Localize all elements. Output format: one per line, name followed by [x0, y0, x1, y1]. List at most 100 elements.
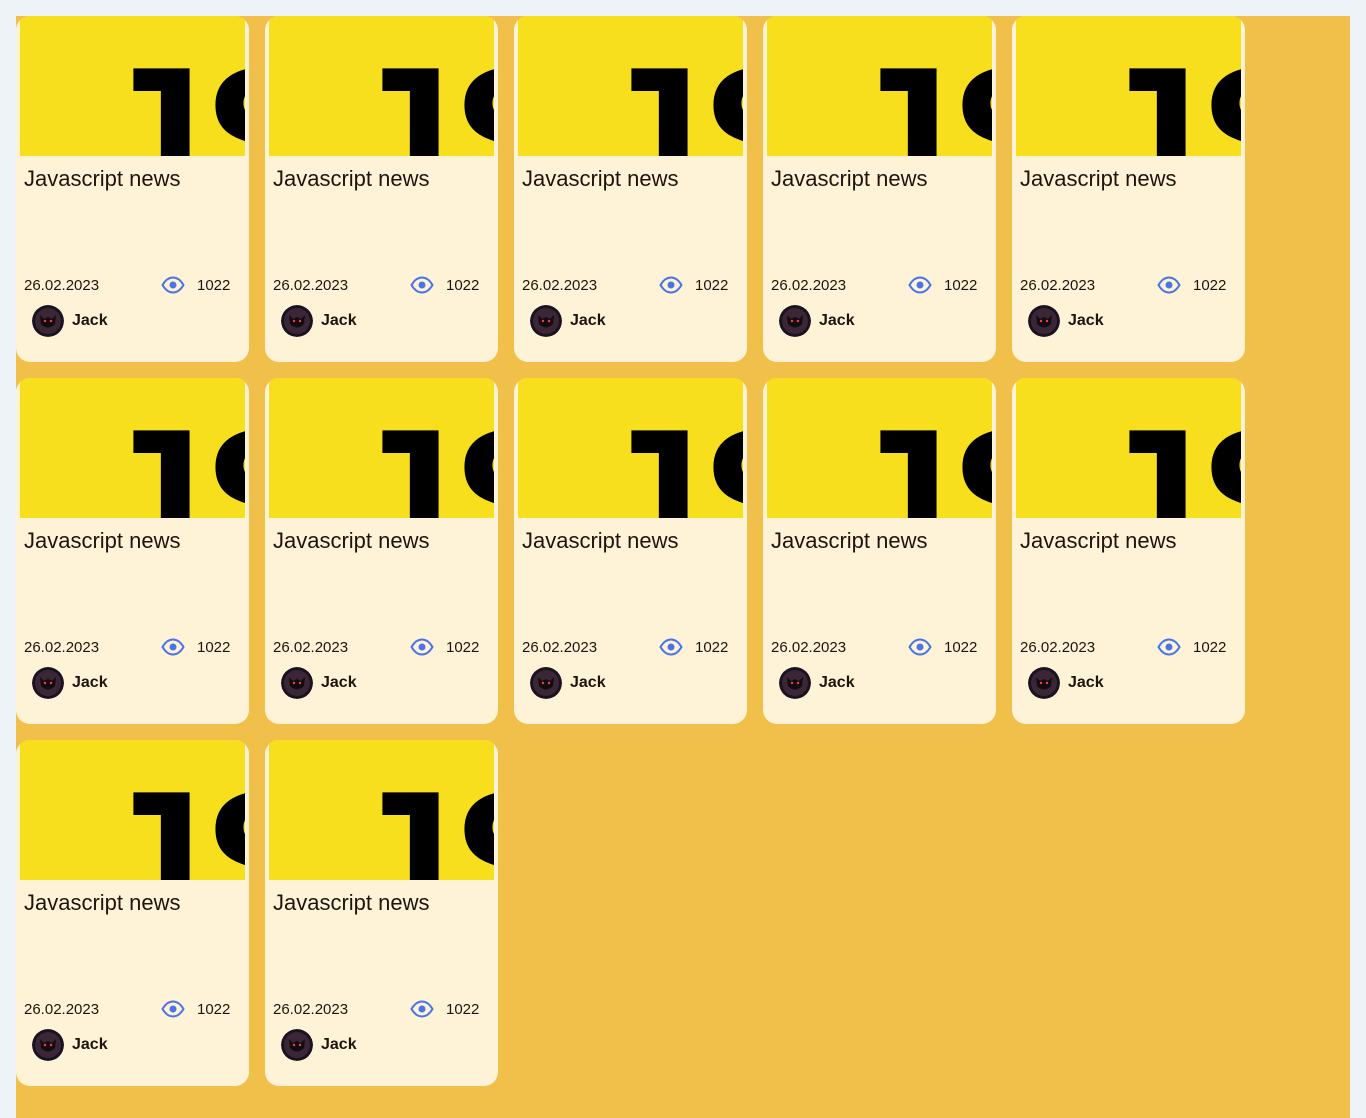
views-counter: 1022 — [908, 637, 977, 657]
views-counter: 1022 — [161, 999, 230, 1019]
author-info[interactable]: Jack — [1028, 305, 1104, 337]
svg-text:JS: JS — [341, 388, 494, 518]
card-title: Javascript news — [24, 528, 181, 553]
author-avatar — [281, 305, 313, 337]
author-name[interactable]: Jack — [321, 674, 357, 692]
author-info[interactable]: Jack — [281, 1029, 357, 1061]
views-count: 1022 — [695, 638, 729, 656]
views-count: 1022 — [197, 276, 231, 294]
news-card[interactable]: JS Javascript news 26.02.2023 1022 — [763, 16, 996, 362]
card-title: Javascript news — [273, 528, 430, 553]
publish-date: 26.02.2023 — [771, 277, 847, 294]
eye-icon — [659, 637, 683, 657]
views-count: 1022 — [446, 638, 480, 656]
author-avatar — [32, 667, 64, 699]
js-thumbnail: JS — [767, 378, 992, 518]
author-avatar — [1028, 667, 1060, 699]
card-title: Javascript news — [1020, 166, 1177, 191]
views-counter: 1022 — [1157, 275, 1226, 295]
card-title: Javascript news — [273, 890, 430, 915]
author-info[interactable]: Jack — [530, 305, 606, 337]
author-avatar — [32, 1029, 64, 1061]
author-name[interactable]: Jack — [1068, 674, 1104, 692]
news-card[interactable]: JS Javascript news 26.02.2023 1022 — [1012, 378, 1245, 724]
author-info[interactable]: Jack — [281, 667, 357, 699]
author-info[interactable]: Jack — [779, 305, 855, 337]
news-board: JS Javascript news 26.02.2023 1022 — [16, 16, 1350, 1118]
card-title: Javascript news — [24, 166, 181, 191]
news-card[interactable]: JS Javascript news 26.02.2023 1022 — [16, 378, 249, 724]
js-thumbnail: JS — [269, 378, 494, 518]
views-count: 1022 — [695, 276, 729, 294]
views-count: 1022 — [197, 1000, 231, 1018]
eye-icon — [161, 275, 185, 295]
views-counter: 1022 — [410, 999, 479, 1019]
author-name[interactable]: Jack — [819, 312, 855, 330]
news-card[interactable]: JS Javascript news 26.02.2023 1022 — [514, 16, 747, 362]
views-count: 1022 — [944, 638, 978, 656]
author-name[interactable]: Jack — [72, 674, 108, 692]
card-title: Javascript news — [771, 528, 928, 553]
js-thumbnail: JS — [20, 16, 245, 156]
author-avatar — [1028, 305, 1060, 337]
js-thumbnail: JS — [1016, 378, 1241, 518]
eye-icon — [1157, 637, 1181, 657]
js-thumbnail: JS — [518, 378, 743, 518]
views-counter: 1022 — [410, 637, 479, 657]
views-count: 1022 — [446, 1000, 480, 1018]
eye-icon — [161, 999, 185, 1019]
news-card[interactable]: JS Javascript news 26.02.2023 1022 — [265, 740, 498, 1086]
author-name[interactable]: Jack — [570, 674, 606, 692]
card-title: Javascript news — [522, 166, 679, 191]
svg-text:JS: JS — [590, 26, 743, 156]
author-name[interactable]: Jack — [72, 1036, 108, 1054]
eye-icon — [161, 637, 185, 657]
svg-text:JS: JS — [92, 750, 245, 880]
author-avatar — [281, 1029, 313, 1061]
author-name[interactable]: Jack — [321, 1036, 357, 1054]
views-counter: 1022 — [161, 637, 230, 657]
publish-date: 26.02.2023 — [1020, 277, 1096, 294]
views-counter: 1022 — [161, 275, 230, 295]
svg-text:JS: JS — [92, 388, 245, 518]
card-title: Javascript news — [24, 890, 181, 915]
views-counter: 1022 — [908, 275, 977, 295]
views-counter: 1022 — [410, 275, 479, 295]
author-name[interactable]: Jack — [819, 674, 855, 692]
news-card[interactable]: JS Javascript news 26.02.2023 1022 — [1012, 16, 1245, 362]
author-info[interactable]: Jack — [281, 305, 357, 337]
author-info[interactable]: Jack — [1028, 667, 1104, 699]
views-counter: 1022 — [659, 275, 728, 295]
news-card[interactable]: JS Javascript news 26.02.2023 1022 — [16, 16, 249, 362]
views-count: 1022 — [197, 638, 231, 656]
author-name[interactable]: Jack — [321, 312, 357, 330]
news-card[interactable]: JS Javascript news 26.02.2023 1022 — [763, 378, 996, 724]
author-name[interactable]: Jack — [570, 312, 606, 330]
publish-date: 26.02.2023 — [24, 639, 100, 656]
eye-icon — [410, 637, 434, 657]
news-card[interactable]: JS Javascript news 26.02.2023 1022 — [16, 740, 249, 1086]
author-info[interactable]: Jack — [32, 667, 108, 699]
author-info[interactable]: Jack — [32, 305, 108, 337]
publish-date: 26.02.2023 — [522, 277, 598, 294]
news-card[interactable]: JS Javascript news 26.02.2023 1022 — [514, 378, 747, 724]
views-count: 1022 — [446, 276, 480, 294]
news-card[interactable]: JS Javascript news 26.02.2023 1022 — [265, 378, 498, 724]
author-info[interactable]: Jack — [779, 667, 855, 699]
svg-text:JS: JS — [1088, 388, 1241, 518]
publish-date: 26.02.2023 — [1020, 639, 1096, 656]
author-info[interactable]: Jack — [32, 1029, 108, 1061]
js-thumbnail: JS — [20, 378, 245, 518]
card-title: Javascript news — [273, 166, 430, 191]
views-counter: 1022 — [1157, 637, 1226, 657]
author-info[interactable]: Jack — [530, 667, 606, 699]
card-title: Javascript news — [771, 166, 928, 191]
publish-date: 26.02.2023 — [273, 277, 349, 294]
views-count: 1022 — [1193, 276, 1227, 294]
svg-text:JS: JS — [92, 26, 245, 156]
publish-date: 26.02.2023 — [273, 1001, 349, 1018]
eye-icon — [410, 275, 434, 295]
author-name[interactable]: Jack — [72, 312, 108, 330]
news-card[interactable]: JS Javascript news 26.02.2023 1022 — [265, 16, 498, 362]
author-name[interactable]: Jack — [1068, 312, 1104, 330]
